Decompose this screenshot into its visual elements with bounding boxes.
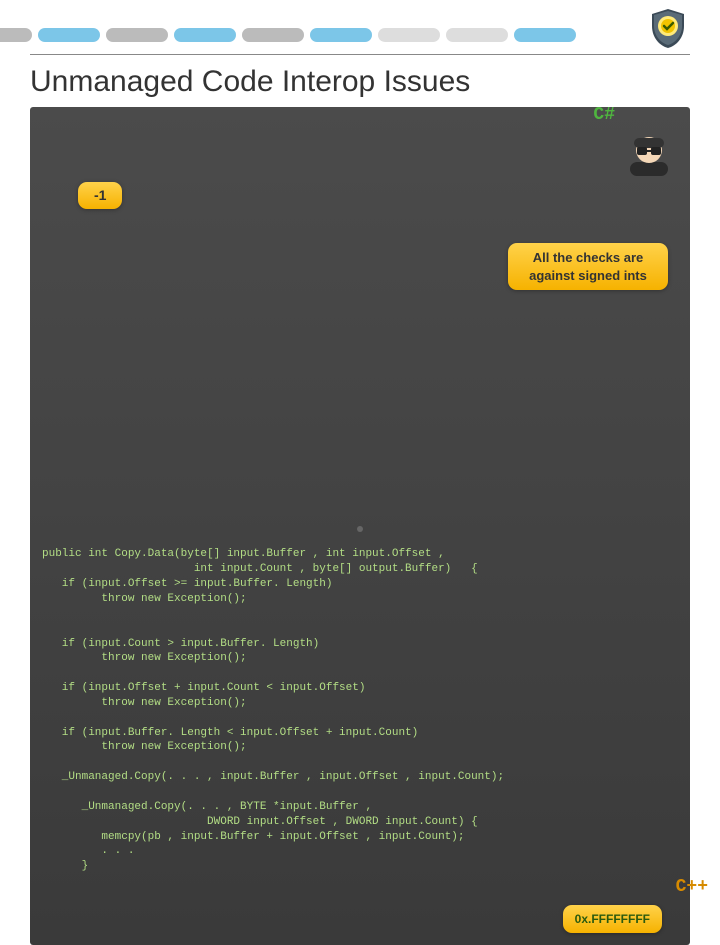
header-band xyxy=(0,0,720,48)
callout-neg1: -1 xyxy=(78,182,122,209)
decorative-pills xyxy=(0,28,582,42)
hacker-avatar-icon xyxy=(600,117,672,199)
divider-line xyxy=(30,54,690,55)
callout-hex: 0x.FFFFFFFF xyxy=(563,905,662,933)
cpp-tag: C++ xyxy=(676,875,708,899)
slide-title: Unmanaged Code Interop Issues xyxy=(30,65,720,99)
shield-icon xyxy=(646,6,690,50)
code-block: public int Copy.Data(byte[] input.Buffer… xyxy=(42,547,678,874)
slide-indicator xyxy=(0,526,720,532)
dot-icon xyxy=(357,526,363,532)
callout-signed-ints: All the checks are against signed ints xyxy=(508,243,668,290)
